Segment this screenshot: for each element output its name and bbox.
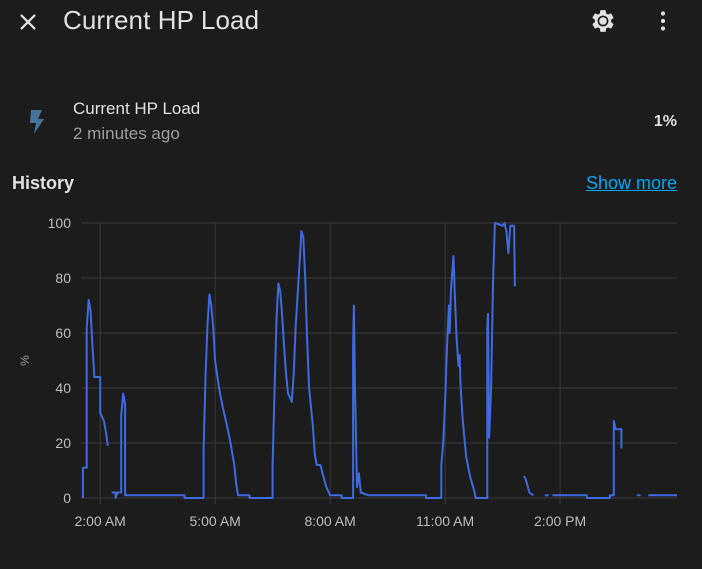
- close-icon: [20, 14, 36, 30]
- x-tick-label: 2:00 AM: [74, 513, 125, 529]
- y-axis-label: %: [18, 355, 32, 366]
- show-more-link[interactable]: Show more: [586, 173, 677, 194]
- history-title: History: [12, 173, 75, 193]
- entity-name: Current HP Load: [73, 99, 201, 118]
- series-line: [81, 299, 109, 498]
- series-line: [552, 420, 623, 499]
- entity-row: Current HP Load 2 minutes ago 1%: [0, 92, 702, 152]
- y-tick-label: 40: [55, 380, 71, 396]
- x-tick-label: 2:00 PM: [534, 513, 586, 529]
- settings-button[interactable]: [583, 1, 623, 41]
- gear-icon: [592, 10, 614, 32]
- x-tick-label: 5:00 AM: [189, 513, 240, 529]
- y-tick-label: 20: [55, 435, 71, 451]
- y-tick-label: 100: [48, 215, 72, 231]
- dialog-title: Current HP Load: [63, 5, 260, 35]
- overflow-menu-button[interactable]: [643, 1, 683, 41]
- series-line: [111, 222, 516, 499]
- entity-last-changed: 2 minutes ago: [73, 124, 180, 143]
- x-tick-label: 8:00 AM: [304, 513, 355, 529]
- entity-state: 1%: [653, 113, 677, 130]
- y-tick-label: 0: [63, 490, 71, 506]
- y-tick-label: 60: [55, 325, 71, 341]
- dots-vertical-icon: [660, 11, 666, 31]
- dialog-header: Current HP Load: [0, 0, 702, 44]
- flash-icon: [30, 110, 44, 134]
- x-tick-label: 11:00 AM: [416, 513, 474, 529]
- series-line: [522, 475, 534, 497]
- history-chart: 0 20 40 60 80 100 2:00 AM 5:00 AM 8:00 AM 11:00 A…: [18, 215, 677, 529]
- close-button[interactable]: [8, 2, 48, 42]
- y-tick-label: 80: [55, 270, 71, 286]
